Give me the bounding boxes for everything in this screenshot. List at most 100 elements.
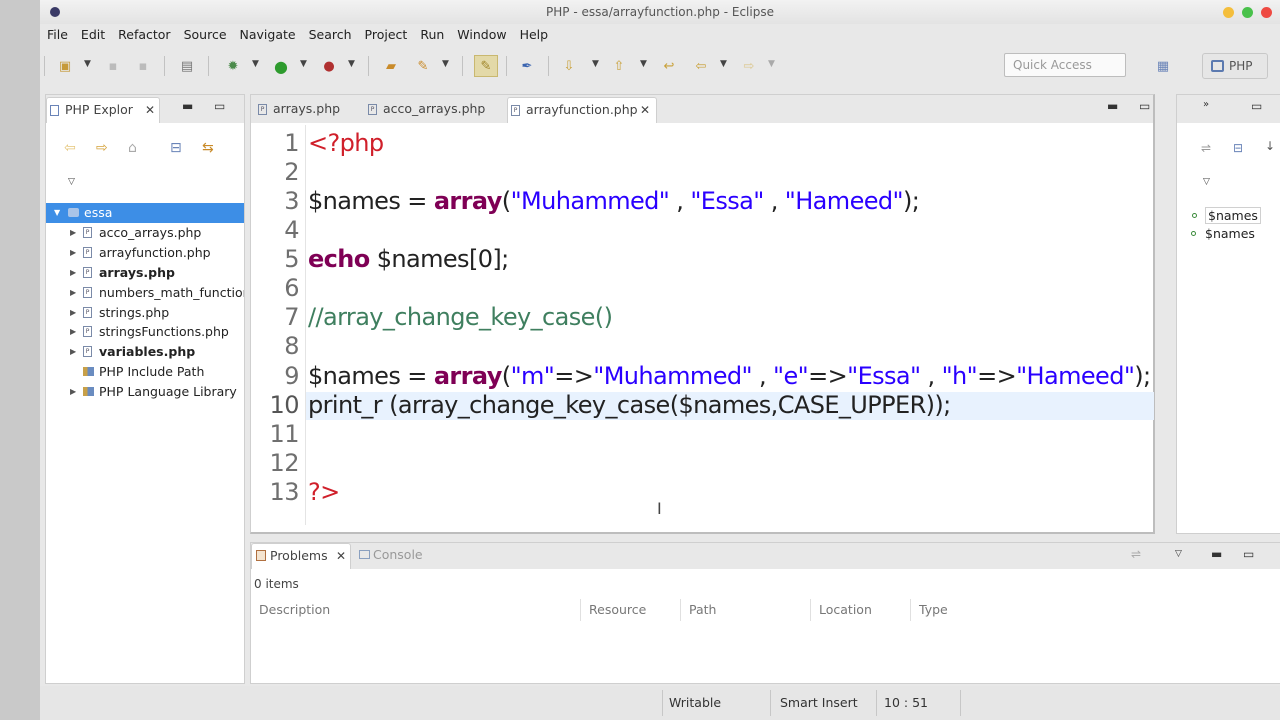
maximize-icon[interactable]: ▭	[1139, 99, 1150, 113]
column-resource[interactable]: Resource	[581, 599, 681, 621]
chevron-down-icon[interactable]: ▼	[720, 59, 727, 69]
php-perspective-button[interactable]: PHP	[1202, 53, 1268, 79]
tree-item-include-path[interactable]: PHP Include Path	[46, 362, 244, 382]
debug-icon[interactable]: ✹	[224, 57, 242, 75]
menu-file[interactable]: File	[47, 27, 68, 42]
menu-source[interactable]: Source	[184, 27, 227, 42]
chevron-right-icon[interactable]: ▶	[70, 382, 76, 402]
column-description[interactable]: Description	[251, 599, 581, 621]
save-icon[interactable]: ▪	[104, 57, 122, 75]
new-icon[interactable]: ▣	[56, 57, 74, 75]
tab-acco-arrays-php[interactable]: P acco_arrays.php	[365, 97, 505, 123]
chevron-right-icon[interactable]: ▶	[70, 243, 76, 263]
tree-item-language-library[interactable]: ▶ PHP Language Library	[46, 382, 244, 402]
view-menu-icon[interactable]: ▽	[1175, 549, 1182, 559]
chevron-down-icon[interactable]: ▼	[592, 59, 599, 69]
code-line-1[interactable]: <?php	[308, 129, 384, 157]
chevron-down-icon[interactable]: ▼	[300, 59, 307, 69]
tab-php-explorer[interactable]: PHP Explor ✕	[46, 97, 160, 123]
chevron-down-icon[interactable]: ▼	[768, 59, 775, 69]
maximize-icon[interactable]: ▭	[1243, 547, 1254, 561]
up-icon[interactable]: ⌂	[128, 140, 137, 156]
pin-icon[interactable]: ✒	[518, 57, 536, 75]
column-location[interactable]: Location	[811, 599, 911, 621]
last-edit-icon[interactable]: ↩	[660, 57, 678, 75]
code-line-5[interactable]: echo $names[0];	[308, 245, 509, 273]
minimize-icon[interactable]: ▬	[1107, 99, 1118, 113]
tree-project-essa[interactable]: ▼ essa	[46, 203, 244, 223]
tree-item[interactable]: ▶ P stringsFunctions.php	[46, 322, 244, 342]
external-tools-icon[interactable]: ●	[320, 57, 338, 75]
tab-console[interactable]: Console	[355, 543, 445, 569]
filter-icon[interactable]: ⇌	[1131, 547, 1141, 561]
previous-annotation-icon[interactable]: ⇧	[610, 57, 628, 75]
maximize-button[interactable]	[1242, 7, 1253, 18]
sort-icon[interactable]: ↓	[1265, 139, 1275, 153]
open-folder-icon[interactable]: ▰	[382, 57, 400, 75]
chevron-down-icon[interactable]: ▼	[348, 59, 355, 69]
chevron-down-icon[interactable]: ▼	[84, 59, 91, 69]
column-path[interactable]: Path	[681, 599, 811, 621]
tree-item[interactable]: ▶ P arrays.php	[46, 263, 244, 283]
mark-occurrences-icon[interactable]: ✎	[474, 55, 498, 77]
collapse-all-icon[interactable]: ⊟	[170, 140, 182, 156]
open-type-icon[interactable]: ✎	[414, 57, 432, 75]
menu-navigate[interactable]: Navigate	[240, 27, 296, 42]
link-editor-icon[interactable]: ⇆	[202, 140, 214, 156]
forward-icon[interactable]: ⇨	[740, 57, 758, 75]
code-line-13[interactable]: ?>	[308, 478, 340, 506]
close-icon[interactable]: ✕	[336, 544, 346, 568]
next-annotation-icon[interactable]: ⇩	[560, 57, 578, 75]
save-all-icon[interactable]: ▪	[134, 57, 152, 75]
chevron-right-icon[interactable]: ▶	[70, 283, 76, 303]
chevron-down-icon[interactable]: ▼	[442, 59, 449, 69]
menu-refactor[interactable]: Refactor	[118, 27, 170, 42]
outline-item[interactable]: $names	[1191, 226, 1255, 241]
close-icon[interactable]: ✕	[640, 98, 650, 122]
tree-item[interactable]: ▶ P acco_arrays.php	[46, 223, 244, 243]
tree-item[interactable]: ▶ P arrayfunction.php	[46, 243, 244, 263]
tree-item[interactable]: ▶ P variables.php	[46, 342, 244, 362]
tree-item[interactable]: ▶ P numbers_math_functior	[46, 283, 244, 303]
outline-item[interactable]: $names	[1192, 207, 1261, 224]
tree-item[interactable]: ▶ P strings.php	[46, 303, 244, 323]
tab-arrayfunction-php[interactable]: P arrayfunction.php ✕	[507, 97, 657, 123]
minimize-icon[interactable]: ▬	[1211, 547, 1222, 561]
code-line-10[interactable]: print_r (array_change_key_case($names,CA…	[308, 391, 951, 419]
code-line-3[interactable]: $names = array("Muhammed" , "Essa" , "Ha…	[308, 187, 920, 215]
view-menu-icon[interactable]: ▽	[68, 177, 75, 187]
back-icon[interactable]: ⇦	[692, 57, 710, 75]
chevron-down-icon[interactable]: ▼	[640, 59, 647, 69]
column-type[interactable]: Type	[911, 599, 1280, 621]
maximize-icon[interactable]: ▭	[1251, 99, 1262, 113]
view-menu-icon[interactable]: ▽	[1203, 177, 1210, 187]
code-line-7[interactable]: //array_change_key_case()	[308, 303, 613, 331]
code-line-9[interactable]: $names = array("m"=>"Muhammed" , "e"=>"E…	[308, 362, 1151, 390]
sync-icon[interactable]: ⇌	[1201, 141, 1211, 155]
minimize-icon[interactable]: ▬	[182, 99, 193, 113]
chevron-right-icon[interactable]: ▶	[70, 303, 76, 323]
menu-project[interactable]: Project	[365, 27, 408, 42]
close-button[interactable]	[1261, 7, 1272, 18]
chevron-right-icon[interactable]: ▶	[70, 223, 76, 243]
chevron-down-icon[interactable]: ▼	[252, 59, 259, 69]
terminal-icon[interactable]: ▤	[178, 57, 196, 75]
tab-problems[interactable]: Problems ✕	[251, 543, 351, 569]
menu-help[interactable]: Help	[520, 27, 549, 42]
chevron-down-icon[interactable]: ▼	[54, 203, 60, 223]
minimize-button[interactable]	[1223, 7, 1234, 18]
restore-icon[interactable]: »	[1203, 99, 1209, 110]
back-icon[interactable]: ⇦	[64, 140, 76, 156]
open-perspective-icon[interactable]: ▦	[1154, 57, 1172, 75]
chevron-right-icon[interactable]: ▶	[70, 263, 76, 283]
close-icon[interactable]: ✕	[145, 98, 155, 122]
quick-access-input[interactable]: Quick Access	[1004, 53, 1126, 77]
menu-search[interactable]: Search	[309, 27, 352, 42]
maximize-icon[interactable]: ▭	[214, 99, 225, 113]
chevron-right-icon[interactable]: ▶	[70, 322, 76, 342]
collapse-all-icon[interactable]: ⊟	[1233, 141, 1243, 155]
forward-icon[interactable]: ⇨	[96, 140, 108, 156]
chevron-right-icon[interactable]: ▶	[70, 342, 76, 362]
tab-arrays-php[interactable]: P arrays.php	[255, 97, 363, 123]
menu-run[interactable]: Run	[420, 27, 444, 42]
